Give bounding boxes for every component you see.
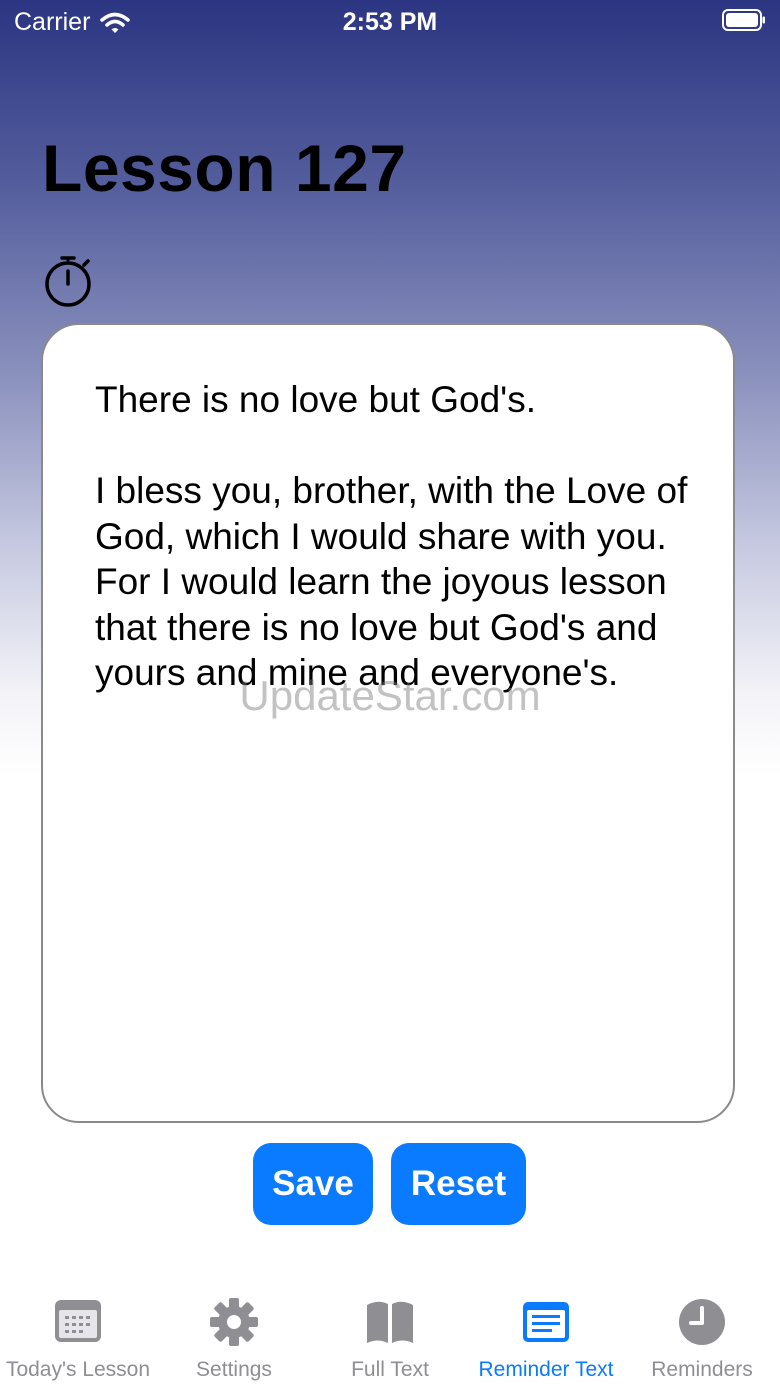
tab-bar: Today's Lesson Settings Full Text Remind… [0,1287,780,1387]
tab-label-full-text: Full Text [351,1358,429,1381]
save-button[interactable]: Save [253,1143,373,1225]
status-bar: Carrier 2:53 PM [0,0,780,44]
tab-settings[interactable]: Settings [156,1287,312,1387]
calendar-icon [55,1300,101,1342]
battery-icon [722,9,765,31]
tab-label-reminder-text: Reminder Text [478,1358,614,1381]
tab-label-settings: Settings [196,1358,272,1381]
tab-reminder-text[interactable]: Reminder Text [468,1287,624,1387]
tab-full-text[interactable]: Full Text [312,1287,468,1387]
gear-icon [210,1298,258,1346]
page-title: Lesson 127 [42,131,407,205]
book-icon [367,1301,413,1343]
tab-todays-lesson[interactable]: Today's Lesson [0,1287,156,1387]
tab-label-reminders: Reminders [651,1358,753,1381]
status-time: 2:53 PM [342,8,438,36]
reminder-text-card[interactable]: There is no love but God's. I bless you,… [41,323,735,1123]
stopwatch-icon[interactable] [44,254,94,308]
document-icon [523,1302,569,1342]
reset-button[interactable]: Reset [391,1143,526,1225]
tab-label-todays-lesson: Today's Lesson [5,1358,151,1381]
clock-icon [679,1299,725,1345]
reminder-text-editor[interactable]: There is no love but God's. I bless you,… [95,377,705,696]
tab-reminders[interactable]: Reminders [624,1287,780,1387]
